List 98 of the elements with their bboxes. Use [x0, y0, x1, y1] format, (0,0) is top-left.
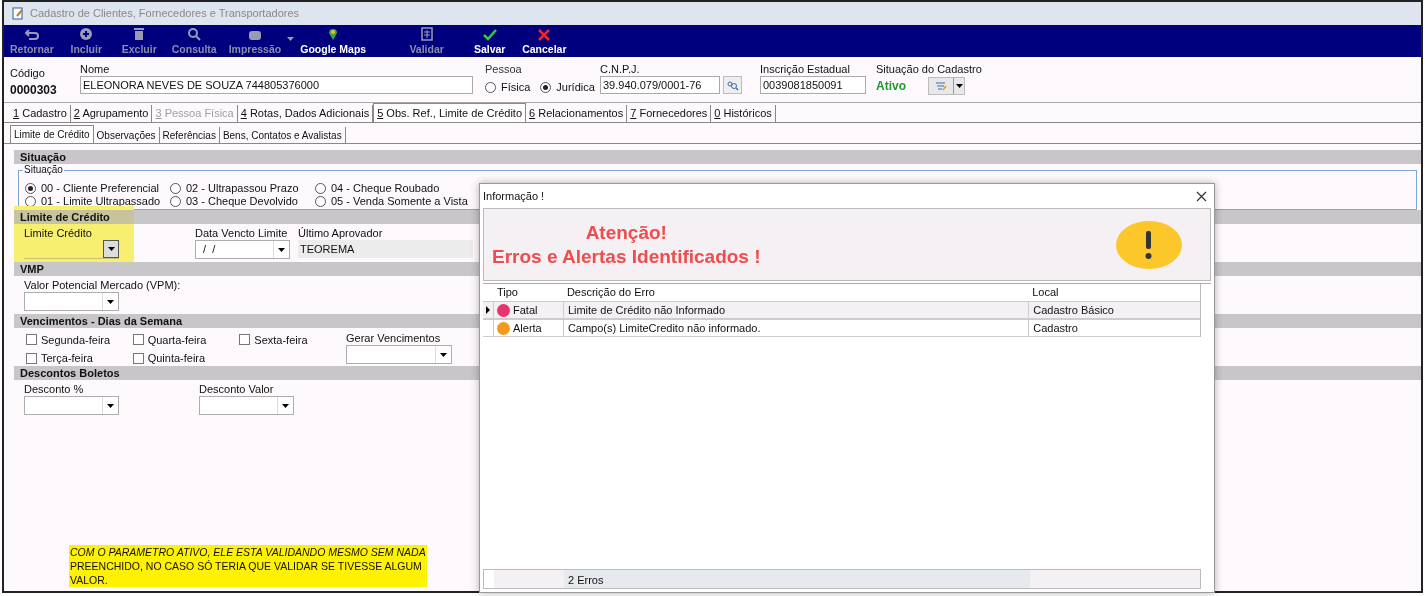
dropdown-arrow-icon — [440, 352, 447, 357]
checkmark-icon — [482, 29, 497, 41]
checkbox-label: Quinta-feira — [147, 351, 206, 366]
tab[interactable]: 2 Agrupamento — [70, 105, 153, 122]
row-pointer-icon — [486, 306, 490, 314]
subtab[interactable]: Referências — [159, 127, 220, 143]
approver-value: TEOREMA — [298, 240, 473, 258]
name-field[interactable]: ELEONORA NEVES DE SOUZA 744805376000 — [80, 76, 473, 94]
field-label: Código — [10, 67, 45, 80]
field-label: Desconto Valor — [199, 383, 274, 396]
exclamation-icon — [1116, 220, 1182, 269]
radio-label: 04 - Cheque Roubado — [331, 181, 440, 197]
tab[interactable]: 1 Cadastro — [10, 105, 71, 122]
code-value: 0000303 — [10, 82, 58, 99]
radio-button[interactable] — [25, 183, 36, 194]
field-label: Limite Crédito — [24, 227, 92, 240]
search-icon — [187, 27, 202, 41]
trash-icon — [133, 27, 146, 41]
list-edit-icon — [935, 81, 947, 91]
radio-button[interactable] — [170, 196, 181, 207]
field-label: Desconto % — [24, 383, 84, 396]
table-cell: Cadastro Básico — [1028, 302, 1200, 318]
status-value: Ativo — [876, 78, 906, 95]
window-title: Cadastro de Clientes, Fornecedores e Transportadores — [30, 6, 300, 22]
dropdown-arrow-icon — [107, 247, 115, 251]
search-icon — [726, 79, 739, 91]
checkbox-label: Terça-feira — [41, 351, 93, 366]
checkbox[interactable] — [132, 334, 144, 346]
checkbox[interactable] — [26, 334, 37, 346]
table-row[interactable]: Alerta Campo(s) LimiteCredito não informado. Cadastro — [483, 319, 1200, 337]
field-label: Pessoa — [485, 63, 522, 76]
field-label: Inscrição Estadual — [760, 63, 850, 76]
tab[interactable]: 6 Relacionamentos — [526, 105, 628, 122]
date-dropdown[interactable]: / / — [195, 240, 290, 259]
radio-label: 02 - Ultrapassou Prazo — [186, 181, 299, 197]
checkbox[interactable] — [132, 352, 144, 364]
radio-label: 01 - Limite Ultrapassado — [41, 194, 161, 210]
printer-icon — [247, 29, 262, 41]
checkbox[interactable] — [239, 334, 251, 346]
radio-label: Jurídica — [556, 80, 595, 95]
field-label: Situação do Cadastro — [876, 63, 982, 76]
close-button[interactable] — [1194, 189, 1208, 203]
field-label: Data Vencto Limite — [195, 227, 288, 240]
field-label: C.N.P.J. — [600, 63, 640, 76]
checkbox-label: Segunda-feira — [41, 332, 111, 348]
checkbox[interactable] — [26, 352, 37, 364]
radio-label: 03 - Cheque Devolvido — [186, 194, 298, 210]
field-label: Último Aprovador — [298, 227, 383, 240]
app-icon — [12, 7, 24, 20]
field-label: Valor Potencial Mercado (VPM): — [24, 279, 181, 292]
checkbox-label: Quarta-feira — [147, 332, 207, 348]
column-header: Local — [1031, 285, 1060, 301]
radio-button[interactable] — [315, 183, 326, 194]
document-grid-icon — [420, 27, 433, 41]
map-pin-icon — [328, 27, 339, 41]
radio-button[interactable] — [315, 196, 326, 207]
table-cell: Campo(s) LimiteCredito não informado. — [562, 320, 1029, 336]
toolbar-button[interactable]: Salvar — [463, 29, 517, 56]
back-arrow-icon — [24, 29, 39, 41]
status-dropdown[interactable] — [928, 77, 965, 95]
subtab[interactable]: Limite de Crédito — [10, 125, 94, 143]
tab[interactable]: 7 Fornecedores — [627, 105, 712, 122]
dropdown-arrow-icon — [955, 84, 963, 88]
credit-limit-dropdown[interactable] — [24, 240, 119, 259]
search-button[interactable] — [723, 76, 742, 94]
tab[interactable]: 5 Obs. Ref., Limite de Crédito — [373, 103, 527, 122]
radio-button[interactable] — [540, 81, 552, 93]
field-label: Gerar Vencimentos — [346, 332, 441, 345]
radio-label: 00 - Cliente Preferencial — [41, 181, 159, 197]
section-header: Situação — [14, 150, 1421, 164]
toolbar-button[interactable]: Google Maps — [294, 27, 373, 56]
close-icon — [538, 29, 551, 41]
state-registration-field[interactable]: 0039081850091 — [760, 76, 866, 94]
field-label: Nome — [80, 63, 110, 76]
column-header: Tipo — [496, 285, 519, 301]
dropdown-arrow-icon — [107, 299, 114, 304]
dropdown-arrow-icon — [282, 403, 289, 408]
annotation-note: COM O PARAMETRO ATIVO, ELE ESTA VALIDANDO MESMO SEM NADA PREENCHIDO, NO CASO SÓ TERIA QUE VALIDAR SE TIVESSE ALGUM VALOR. — [70, 545, 426, 587]
table-row[interactable]: Fatal Limite de Crédito não Informado Cadastro Básico — [483, 301, 1200, 319]
subtab[interactable]: Bens, Contatos e Avalistas — [219, 127, 346, 143]
radio-button[interactable] — [170, 183, 181, 194]
dropdown-arrow-icon — [278, 247, 285, 252]
cnpj-field[interactable]: 39.940.079/0001-76 — [600, 76, 720, 94]
column-header: Descrição do Erro — [565, 285, 656, 301]
subtab[interactable]: Observações — [93, 127, 160, 143]
table-cell: Limite de Crédito não Informado — [562, 302, 1029, 318]
checkbox-label: Sexta-feira — [254, 332, 308, 348]
error-count: 2 Erros — [564, 570, 1030, 588]
radio-label: Física — [501, 80, 531, 95]
dialog-title: Informação ! — [483, 188, 545, 204]
radio-label: 05 - Venda Somente a Vista — [331, 194, 468, 210]
dropdown-arrow-icon — [107, 403, 114, 408]
footer-cell — [494, 570, 564, 588]
radio-button[interactable] — [485, 81, 496, 93]
tab[interactable]: 0 Históricos — [711, 105, 776, 122]
toolbar-button[interactable]: Cancelar — [516, 29, 573, 56]
group-label: Situação — [23, 164, 64, 176]
table-cell: Cadastro — [1028, 320, 1200, 336]
